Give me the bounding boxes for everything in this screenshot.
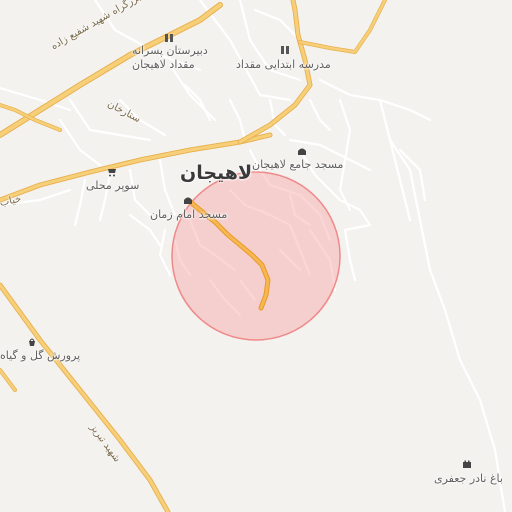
poi-label-super-mahali: سوپر محلی (86, 179, 140, 192)
poi-label-madreseh: مدرسه ابتدایی مقداد (236, 58, 331, 71)
poi-label-dabirestan-2: مقداد لاهیجان (132, 58, 195, 71)
poi-label-masjed-jame: مسجد جامع لاهیجان (252, 158, 344, 171)
poi-label-parvaresh: پرورش گل و گیاه (0, 349, 81, 362)
mosque-icon[interactable] (296, 145, 307, 156)
school-icon[interactable] (163, 32, 174, 43)
shop-icon[interactable] (106, 166, 117, 177)
school-icon[interactable] (279, 44, 290, 55)
poi-label-bagh: باغ نادر جعفری (434, 472, 503, 485)
map-view[interactable]: بزرگراه شهید شفیع زاده ستارخان خیاب شهید… (0, 0, 512, 512)
city-label[interactable]: لاهیجان (180, 162, 252, 184)
poi-label-masjed-imam: مسجد امام زمان (150, 208, 228, 221)
castle-icon[interactable] (461, 458, 472, 469)
garden-shop-icon[interactable] (26, 336, 37, 347)
map-canvas[interactable] (0, 0, 512, 512)
poi-label-dabirestan-1: دبیرستان پسرانه (132, 44, 208, 57)
mosque-icon[interactable] (182, 194, 193, 205)
